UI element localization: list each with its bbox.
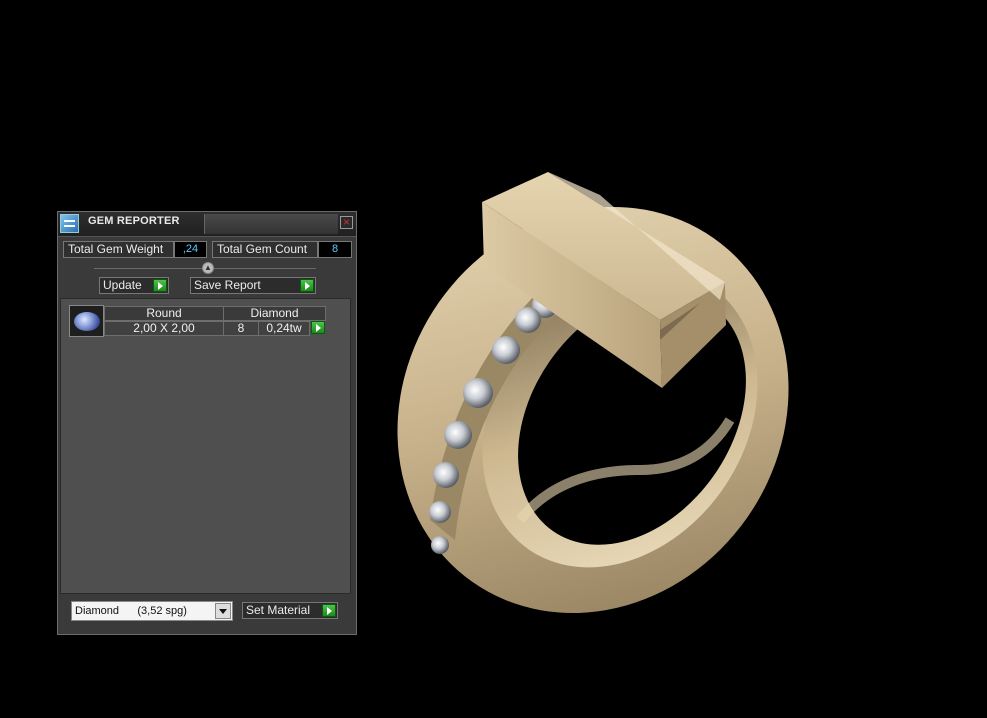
save-report-button-label: Save Report <box>194 278 261 292</box>
chevron-down-icon[interactable] <box>215 603 231 619</box>
total-gem-weight-label: Total Gem Weight <box>63 241 174 258</box>
play-arrow-icon[interactable] <box>153 279 167 292</box>
total-gem-count-value: 8 <box>318 241 352 258</box>
material-select-value: Diamond (3,52 spg) <box>75 605 187 617</box>
material-select[interactable]: Diamond (3,52 spg) <box>71 601 233 621</box>
close-icon[interactable]: × <box>340 216 353 229</box>
update-button[interactable]: Update <box>99 277 169 294</box>
panel-title: GEM REPORTER <box>88 215 180 227</box>
gem-shape-header: Round <box>104 306 224 321</box>
play-arrow-icon[interactable] <box>300 279 314 292</box>
gem-thumbnail[interactable] <box>69 305 104 337</box>
set-material-button[interactable]: Set Material <box>242 602 338 619</box>
gem-count-cell: 8 <box>223 321 259 336</box>
title-bar-handle[interactable] <box>205 214 338 234</box>
gem-list[interactable]: Round Diamond 2,00 X 2,00 8 0,24tw <box>60 298 351 594</box>
round-gem-icon <box>74 312 100 331</box>
gem-reporter-app-icon <box>60 214 79 233</box>
gem-weight-cell: 0,24tw <box>258 321 310 336</box>
play-arrow-icon[interactable] <box>322 604 336 617</box>
set-material-button-label: Set Material <box>246 603 311 617</box>
gem-material-header: Diamond <box>223 306 326 321</box>
total-gem-weight-value: ,24 <box>174 241 207 258</box>
gem-size-cell: 2,00 X 2,00 <box>104 321 224 336</box>
play-arrow-icon[interactable] <box>311 321 325 334</box>
gem-reporter-panel: GEM REPORTER × Total Gem Weight ,24 Tota… <box>57 211 357 635</box>
save-report-button[interactable]: Save Report <box>190 277 316 294</box>
ring-model[interactable] <box>319 130 868 690</box>
total-gem-count-label: Total Gem Count <box>212 241 318 258</box>
title-bar[interactable]: GEM REPORTER × <box>58 212 356 237</box>
gem-row-go[interactable] <box>309 321 326 336</box>
chevron-up-icon[interactable]: ▲ <box>202 262 214 274</box>
update-button-label: Update <box>103 278 142 292</box>
